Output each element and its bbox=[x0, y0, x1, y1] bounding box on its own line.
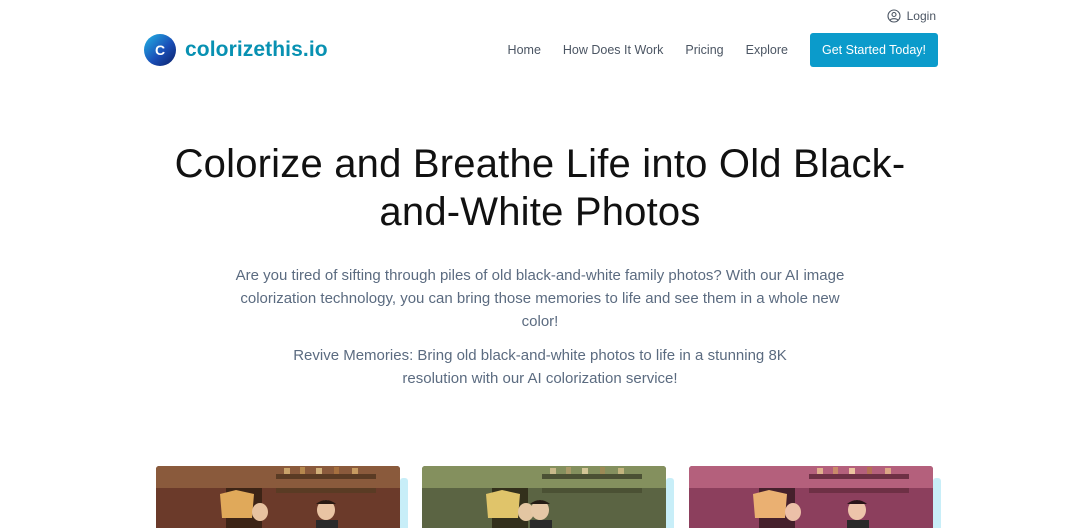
colorized-photo-2[interactable] bbox=[422, 466, 666, 528]
hero-title: Colorize and Breathe Life into Old Black… bbox=[174, 142, 906, 234]
site-header: C colorizethis.io Home How Does It Work … bbox=[144, 32, 938, 68]
card-glow bbox=[400, 478, 408, 528]
photo-gallery bbox=[156, 466, 946, 528]
hero-section: Colorize and Breathe Life into Old Black… bbox=[0, 140, 1080, 390]
nav-home[interactable]: Home bbox=[508, 43, 541, 57]
hero-subtext: Revive Memories: Bring old black-and-whi… bbox=[293, 347, 787, 387]
brand-link[interactable]: C colorizethis.io bbox=[144, 34, 328, 66]
gallery-card bbox=[422, 466, 674, 528]
brand-logo-icon: C bbox=[144, 34, 176, 66]
get-started-button[interactable]: Get Started Today! bbox=[810, 33, 938, 67]
photo-image bbox=[689, 466, 933, 528]
colorized-photo-3[interactable] bbox=[689, 466, 933, 528]
nav-how-does-it-work[interactable]: How Does It Work bbox=[563, 43, 664, 57]
user-circle-icon[interactable] bbox=[887, 9, 901, 23]
topbar: Login bbox=[887, 6, 936, 26]
card-glow bbox=[933, 478, 941, 528]
main-nav: Home How Does It Work Pricing Explore Ge… bbox=[508, 33, 938, 67]
svg-text:C: C bbox=[155, 42, 165, 58]
gallery-card bbox=[156, 466, 408, 528]
card-glow bbox=[666, 478, 674, 528]
login-link[interactable]: Login bbox=[907, 9, 936, 23]
photo-image bbox=[422, 466, 666, 528]
colorized-photo-1[interactable] bbox=[156, 466, 400, 528]
photo-image bbox=[156, 466, 400, 528]
brand-name: colorizethis.io bbox=[185, 38, 328, 61]
nav-explore[interactable]: Explore bbox=[746, 43, 788, 57]
nav-pricing[interactable]: Pricing bbox=[685, 43, 723, 57]
gallery-card bbox=[689, 466, 941, 528]
hero-lead: Are you tired of sifting through piles o… bbox=[235, 267, 845, 330]
